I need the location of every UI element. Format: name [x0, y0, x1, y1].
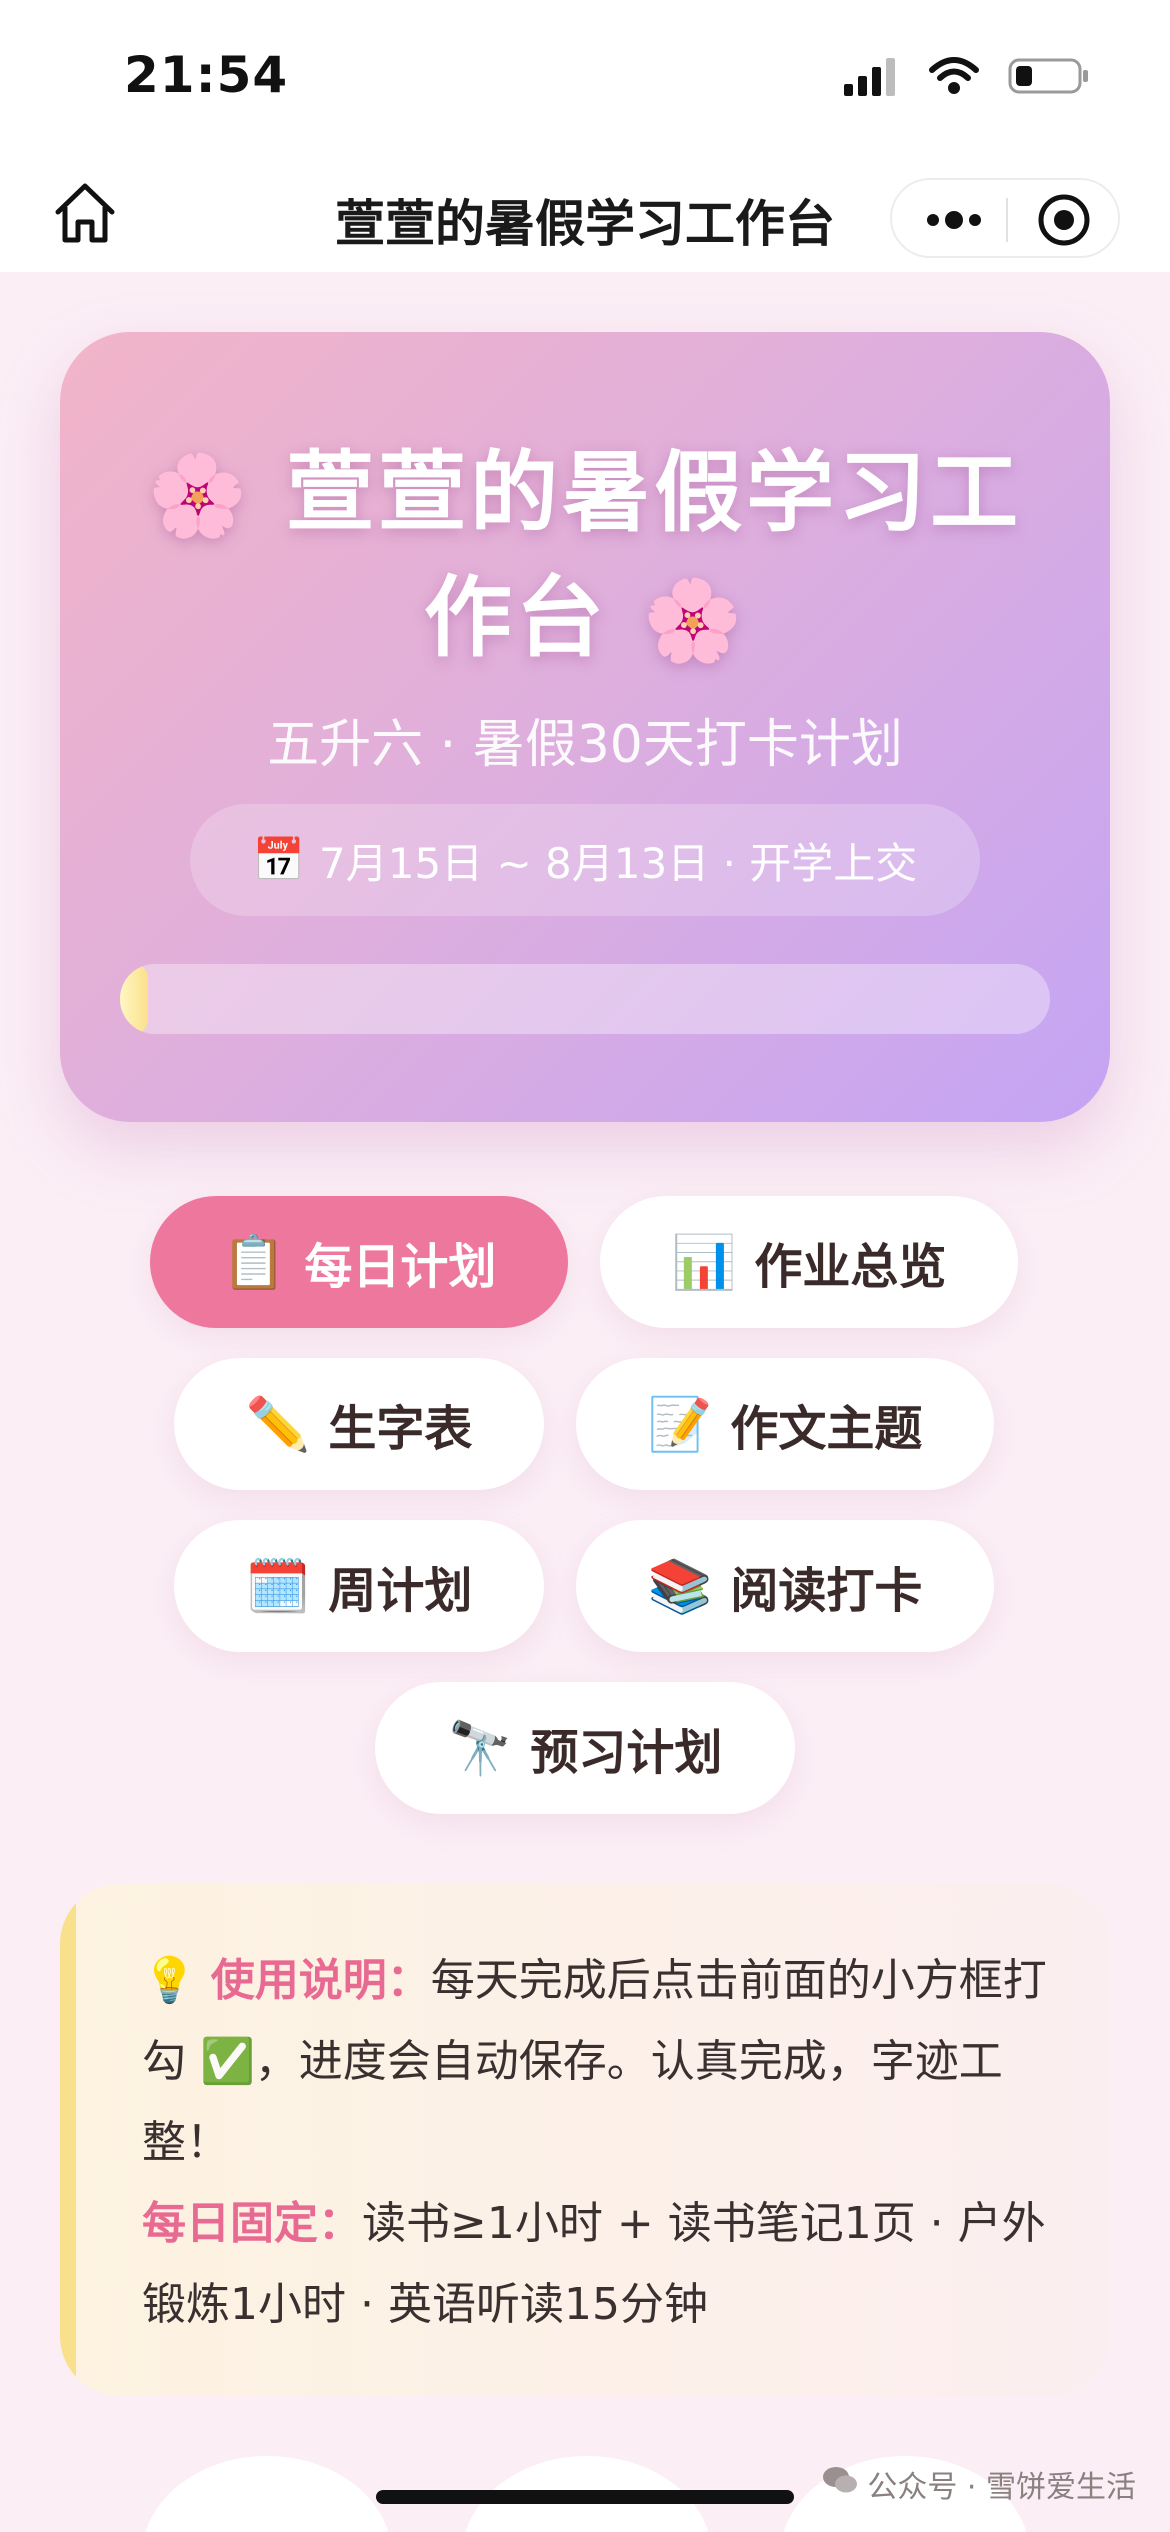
hero-card: 🌸 萱萱的暑假学习工作台 🌸 五升六 · 暑假30天打卡计划 📅 7月15日 ~… [60, 332, 1110, 1122]
tab-label: 生字表 [328, 1401, 473, 1457]
tip-accent-bar [60, 1884, 76, 2396]
cherry-blossom-icon: 🌸 [147, 449, 252, 542]
tip-text: 💡 使用说明：每天完成后点击前面的小方框打勾 ✅，进度会自动保存。认真完成，字迹… [142, 1940, 1062, 2345]
date-range-text: 7月15日 ~ 8月13日 · 开学上交 [319, 838, 918, 888]
progress-fill [120, 964, 148, 1034]
usage-label: 使用说明： [210, 1955, 431, 2006]
mini-program-capsule [890, 178, 1120, 258]
pencil-icon: ✏️ [245, 1394, 311, 1455]
tab-label: 预习计划 [530, 1725, 723, 1781]
more-icon[interactable] [902, 180, 1006, 260]
lightbulb-icon: 💡 [142, 1955, 197, 2006]
tab-essay-topics[interactable]: 📝 作文主题 [576, 1358, 994, 1490]
calendar-pad-icon: 🗓️ [245, 1556, 311, 1617]
bar-chart-icon: 📊 [671, 1232, 737, 1293]
tab-daily-plan[interactable]: 📋 每日计划 [150, 1196, 568, 1328]
tab-reading-checkin[interactable]: 📚 阅读打卡 [576, 1520, 994, 1652]
watermark: 公众号 · 雪饼爱生活 [821, 2462, 1136, 2506]
bottom-card-peek [142, 2456, 392, 2532]
daily-label: 每日固定： [142, 2198, 362, 2249]
tab-label: 周计划 [328, 1563, 473, 1619]
usage-tip-card: 💡 使用说明：每天完成后点击前面的小方框打勾 ✅，进度会自动保存。认真完成，字迹… [60, 1884, 1110, 2396]
home-indicator [376, 2490, 794, 2504]
hero-title: 🌸 萱萱的暑假学习工作台 🌸 [140, 432, 1030, 682]
check-mark-icon: ✅ [200, 2036, 255, 2087]
tab-label: 每日计划 [304, 1239, 497, 1295]
close-mini-program-icon[interactable] [1008, 180, 1120, 260]
tab-vocabulary[interactable]: ✏️ 生字表 [174, 1358, 544, 1490]
progress-bar [120, 964, 1050, 1034]
telescope-icon: 🔭 [447, 1718, 513, 1779]
wechat-icon [821, 2465, 859, 2503]
battery-icon [1008, 56, 1090, 100]
tab-weekly-plan[interactable]: 🗓️ 周计划 [174, 1520, 544, 1652]
books-icon: 📚 [647, 1556, 713, 1617]
hero-subtitle: 五升六 · 暑假30天打卡计划 [267, 715, 903, 775]
status-bar: 21:54 [0, 0, 1170, 160]
nav-bar: 萱萱的暑假学习工作台 [0, 160, 1170, 272]
tab-label: 阅读打卡 [730, 1563, 923, 1619]
cherry-blossom-icon: 🌸 [642, 574, 747, 667]
watermark-text: 公众号 · 雪饼爱生活 [867, 2470, 1136, 2505]
date-range-pill: 📅 7月15日 ~ 8月13日 · 开学上交 [190, 804, 980, 916]
tab-label: 作文主题 [730, 1401, 923, 1457]
wifi-icon [928, 56, 980, 100]
clipboard-icon: 📋 [221, 1232, 287, 1293]
tab-preview-plan[interactable]: 🔭 预习计划 [375, 1682, 795, 1814]
tab-label: 作业总览 [754, 1239, 947, 1295]
memo-icon: 📝 [647, 1394, 713, 1455]
signal-icon [844, 56, 900, 100]
calendar-icon: 📅 [252, 835, 305, 884]
status-icons [844, 56, 1090, 100]
tab-homework-overview[interactable]: 📊 作业总览 [600, 1196, 1018, 1328]
usage-text-continued: ，进度会自动保存。认真完成，字迹工整！ [142, 2036, 1003, 2168]
status-time: 21:54 [124, 46, 289, 104]
